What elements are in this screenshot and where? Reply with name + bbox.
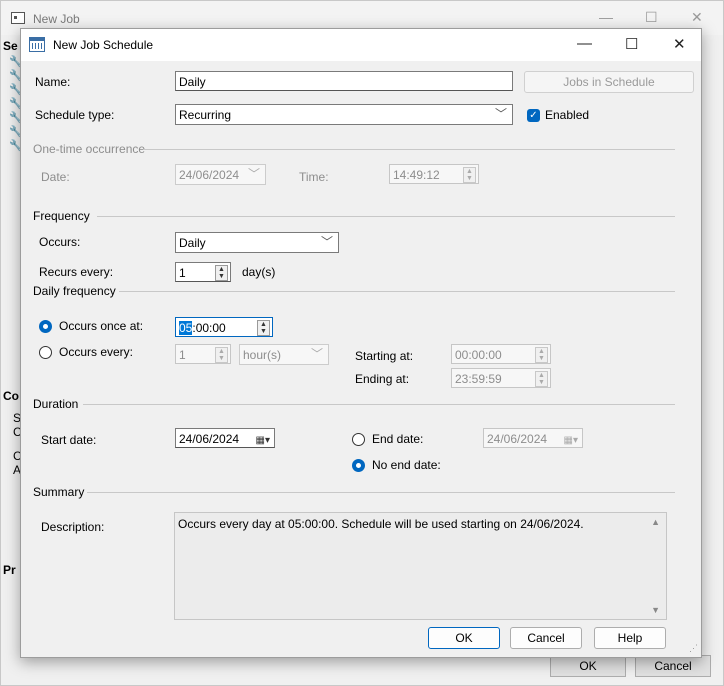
- schedule-type-select[interactable]: Recurring ﹀: [175, 104, 513, 125]
- enabled-label: Enabled: [545, 108, 590, 122]
- daily-frequency-heading: Daily frequency: [33, 284, 116, 298]
- background-ok-button[interactable]: OK: [550, 655, 626, 677]
- spinner-icon[interactable]: ▲ ▼: [535, 371, 548, 387]
- occurs-select[interactable]: Daily ﹀: [175, 232, 339, 253]
- close-icon[interactable]: ✕: [673, 35, 686, 53]
- occurs-every-radio[interactable]: [39, 346, 52, 359]
- one-time-date-value: 24/06/2024: [179, 168, 240, 182]
- calendar-dropdown-icon[interactable]: ▦▾: [564, 431, 578, 451]
- recurs-unit-label: day(s): [242, 265, 276, 279]
- scroll-down-icon[interactable]: ▼: [651, 605, 660, 615]
- occurs-once-time-input[interactable]: 05:00:00 ▲ ▼: [175, 317, 273, 337]
- occurs-every-unit-select[interactable]: hour(s) ﹀: [239, 344, 329, 365]
- occurs-once-label: Occurs once at:: [59, 319, 144, 333]
- start-date-picker[interactable]: 24/06/2024 ▦▾: [175, 428, 275, 448]
- description-textarea[interactable]: Occurs every day at 05:00:00. Schedule w…: [174, 512, 667, 620]
- left-pane-label: Co: [3, 389, 19, 403]
- maximize-icon[interactable]: ☐: [625, 35, 638, 53]
- ending-at-input[interactable]: 23:59:59 ▲ ▼: [451, 368, 551, 388]
- occurs-every-input[interactable]: 1 ▲ ▼: [175, 344, 231, 364]
- occurs-every-label: Occurs every:: [59, 345, 134, 359]
- occurs-every-unit-value: hour(s): [243, 348, 282, 362]
- chevron-down-icon: ﹀: [247, 167, 260, 181]
- background-title: New Job: [33, 12, 80, 26]
- calendar-dropdown-icon[interactable]: ▦▾: [256, 431, 270, 451]
- background-cancel-button[interactable]: Cancel: [635, 655, 711, 677]
- description-text: Occurs every day at 05:00:00. Schedule w…: [178, 517, 584, 531]
- start-date-label: Start date:: [41, 433, 97, 447]
- spinner-icon[interactable]: ▲ ▼: [257, 320, 270, 336]
- help-button[interactable]: Help: [594, 627, 666, 649]
- maximize-icon[interactable]: ☐: [645, 9, 658, 26]
- recurs-every-input[interactable]: 1 ▲ ▼: [175, 262, 231, 282]
- resize-grip-icon[interactable]: ⋰: [689, 643, 698, 654]
- occurs-value: Daily: [179, 236, 206, 250]
- separator: [119, 291, 675, 292]
- time-label: Time:: [299, 170, 329, 184]
- chevron-down-icon: ﹀: [494, 107, 507, 121]
- name-label: Name:: [35, 75, 71, 89]
- spinner-icon[interactable]: ▲ ▼: [463, 167, 476, 183]
- occurs-once-radio[interactable]: [39, 320, 52, 333]
- chevron-down-icon: ﹀: [310, 347, 323, 361]
- separator: [83, 404, 675, 405]
- left-pane-label: Se: [3, 39, 18, 53]
- one-time-heading: One-time occurrence: [33, 142, 146, 156]
- end-date-label: End date:: [372, 432, 424, 446]
- starting-at-value: 00:00:00: [455, 348, 502, 362]
- cancel-button[interactable]: Cancel: [510, 627, 582, 649]
- spinner-icon[interactable]: ▲ ▼: [535, 347, 548, 363]
- ending-at-value: 23:59:59: [455, 372, 502, 386]
- scroll-up-icon[interactable]: ▲: [651, 517, 660, 527]
- new-job-schedule-dialog: New Job Schedule — ☐ ✕ Name: Daily Jobs …: [20, 28, 702, 658]
- one-time-time-input[interactable]: 14:49:12 ▲ ▼: [389, 164, 479, 184]
- jobs-in-schedule-button[interactable]: Jobs in Schedule: [524, 71, 694, 93]
- end-date-radio[interactable]: [352, 433, 365, 446]
- occurs-once-time-rest: :00:00: [192, 321, 226, 335]
- no-end-date-label: No end date:: [372, 458, 441, 472]
- name-input[interactable]: Daily: [175, 71, 513, 91]
- minimize-icon[interactable]: —: [577, 35, 592, 52]
- separator: [143, 149, 675, 150]
- enabled-checkbox[interactable]: ✓: [527, 109, 540, 122]
- spinner-icon[interactable]: ▲ ▼: [215, 347, 228, 363]
- one-time-time-value: 14:49:12: [393, 168, 440, 182]
- end-date-picker[interactable]: 24/06/2024 ▦▾: [483, 428, 583, 448]
- ending-at-label: Ending at:: [355, 372, 410, 386]
- close-icon[interactable]: ✕: [691, 9, 703, 26]
- minimize-icon[interactable]: —: [599, 9, 613, 25]
- spinner-icon[interactable]: ▲ ▼: [215, 265, 228, 281]
- ok-button[interactable]: OK: [428, 627, 500, 649]
- occurs-every-value: 1: [179, 348, 186, 362]
- separator: [97, 216, 675, 217]
- description-label: Description:: [41, 520, 105, 534]
- duration-heading: Duration: [33, 397, 79, 411]
- schedule-type-value: Recurring: [179, 108, 232, 122]
- end-date-value: 24/06/2024: [487, 432, 548, 446]
- recurs-every-value: 1: [179, 266, 186, 280]
- occurs-label: Occurs:: [39, 235, 81, 249]
- summary-heading: Summary: [33, 485, 85, 499]
- starting-at-input[interactable]: 00:00:00 ▲ ▼: [451, 344, 551, 364]
- dialog-title: New Job Schedule: [53, 38, 154, 52]
- starting-at-label: Starting at:: [355, 349, 414, 363]
- date-label: Date:: [41, 170, 70, 184]
- occurs-once-hour: 05: [179, 321, 193, 335]
- left-pane-label: Pr: [3, 563, 16, 577]
- start-date-value: 24/06/2024: [179, 432, 240, 446]
- calendar-icon: [29, 37, 45, 52]
- dialog-titlebar: New Job Schedule — ☐ ✕: [21, 29, 701, 61]
- separator: [87, 492, 675, 493]
- schedule-type-label: Schedule type:: [35, 108, 115, 122]
- no-end-date-radio[interactable]: [352, 459, 365, 472]
- recurs-every-label: Recurs every:: [39, 265, 114, 279]
- one-time-date-picker[interactable]: 24/06/2024 ﹀: [175, 164, 266, 185]
- chevron-down-icon: ﹀: [320, 235, 333, 249]
- frequency-heading: Frequency: [33, 209, 90, 223]
- app-icon: [11, 12, 25, 24]
